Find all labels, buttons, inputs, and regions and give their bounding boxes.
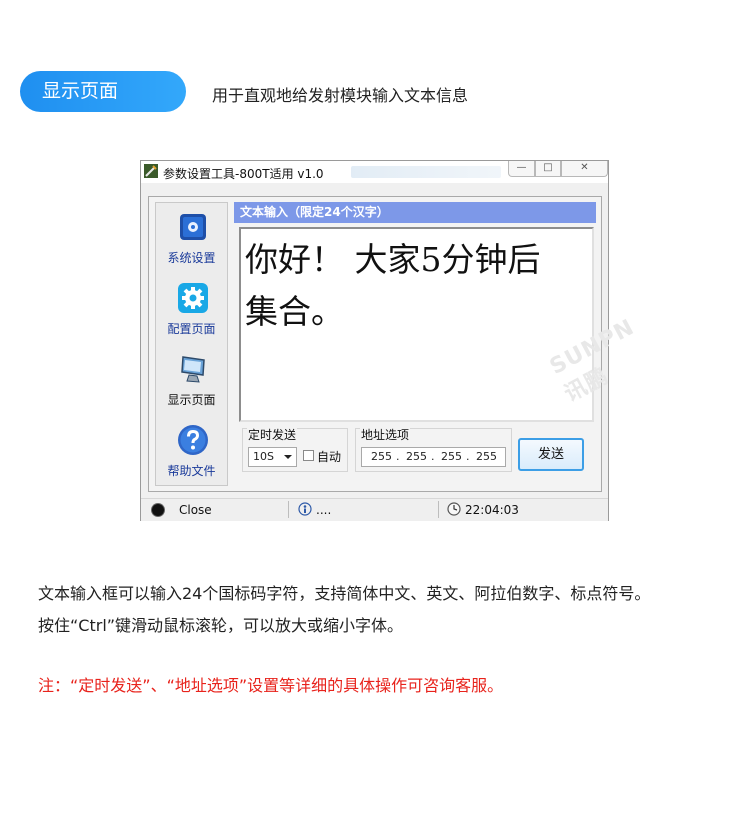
- text-line-2: 集合。: [245, 292, 344, 331]
- status-info: ....: [316, 503, 332, 517]
- auto-label: 自动: [317, 450, 342, 464]
- text-input-header: 文本输入（限定24个汉字）: [234, 202, 596, 223]
- description-line-1: 文本输入框可以输入24个国标码字符，支持简体中文、英文、阿拉伯数字、标点符号。: [38, 584, 651, 603]
- system-settings-icon: [180, 214, 206, 240]
- text-line-1: 你好！ 大家5分钟后: [245, 240, 541, 279]
- sidebar-nav: 系统设置 配置页面 显示页面 帮助文件: [155, 202, 228, 486]
- status-close-label: Close: [179, 503, 212, 517]
- interval-select[interactable]: 10S: [248, 447, 297, 467]
- address-group: 地址选项 255 . 255 . 255 . 255: [355, 426, 512, 472]
- window-titlebar: 参数设置工具-800T适用 v1.0 — □ ✕: [141, 161, 608, 183]
- section-subtitle: 用于直观地给发射模块输入文本信息: [212, 86, 469, 105]
- status-dot-icon: [152, 504, 164, 516]
- close-window-button[interactable]: ✕: [561, 161, 608, 177]
- timed-send-label: 定时发送: [247, 426, 298, 443]
- app-client-area: 系统设置 配置页面 显示页面 帮助文件 文本输入（限定24个汉字） 你好！ 大家…: [148, 196, 639, 492]
- help-question-icon: [178, 425, 208, 455]
- address-label: 地址选项: [360, 426, 411, 443]
- send-button[interactable]: 发送: [518, 438, 584, 471]
- ip-octet-2: 255: [406, 450, 427, 463]
- app-window: 参数设置工具-800T适用 v1.0 — □ ✕ 系统设置 配置页面 显示页面 …: [140, 160, 639, 521]
- timed-send-group: 定时发送 10S 自动: [242, 426, 348, 472]
- chevron-down-icon: [284, 455, 292, 459]
- info-person-icon: [298, 502, 312, 516]
- sidebar-item-label: 帮助文件: [167, 464, 216, 478]
- interval-value: 10S: [253, 450, 274, 463]
- window-title: 参数设置工具-800T适用 v1.0: [163, 167, 324, 181]
- ip-dot: .: [396, 450, 400, 463]
- description-block: 文本输入框可以输入24个国标码字符，支持简体中文、英文、阿拉伯数字、标点符号。 …: [38, 578, 650, 642]
- section-title-pill: 显示页面: [20, 71, 186, 112]
- auto-checkbox[interactable]: [303, 450, 314, 461]
- description-line-2: 按住“Ctrl”键滑动鼠标滚轮，可以放大或缩小字体。: [38, 616, 404, 635]
- status-bar: Close .... 22:04:03: [141, 498, 608, 521]
- clock-icon: [447, 502, 461, 516]
- note-text: 注：“定时发送”、“地址选项”设置等详细的具体操作可咨询客服。: [38, 676, 504, 695]
- ip-address-input[interactable]: 255 . 255 . 255 . 255: [361, 447, 506, 467]
- text-input-content: 你好！ 大家5分钟后 集合。: [245, 234, 575, 338]
- text-input-area[interactable]: 你好！ 大家5分钟后 集合。 SUNPN讯鹏: [239, 227, 639, 422]
- ip-octet-4: 255: [476, 450, 497, 463]
- sidebar-item-label: 显示页面: [167, 393, 216, 407]
- app-tool-icon: [144, 164, 158, 178]
- config-gear-icon: [178, 283, 208, 313]
- status-divider: [438, 501, 439, 518]
- minimize-button[interactable]: —: [508, 161, 535, 177]
- status-time: 22:04:03: [465, 503, 519, 517]
- maximize-button[interactable]: □: [535, 161, 561, 177]
- ip-dot: .: [466, 450, 470, 463]
- sidebar-item-label: 配置页面: [167, 322, 216, 336]
- status-divider: [288, 501, 289, 518]
- sidebar-item-label: 系统设置: [167, 251, 216, 265]
- blurred-background-text: [351, 166, 501, 178]
- monitor-display-icon: [181, 356, 205, 383]
- ip-octet-1: 255: [371, 450, 392, 463]
- ip-dot: .: [431, 450, 435, 463]
- ip-octet-3: 255: [441, 450, 462, 463]
